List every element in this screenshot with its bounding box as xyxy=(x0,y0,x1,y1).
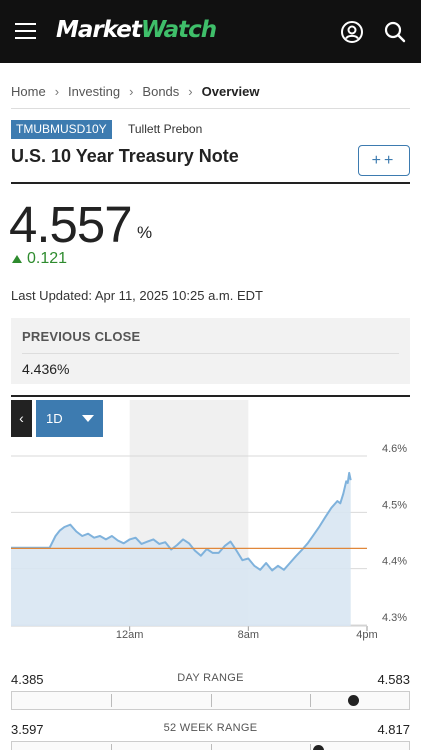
previous-close-divider xyxy=(22,353,399,354)
logo-text-watch: Watch xyxy=(140,17,217,43)
range-tick xyxy=(211,694,212,707)
chevron-right-icon: › xyxy=(129,84,134,99)
range-tick xyxy=(211,744,212,750)
day-range-marker xyxy=(348,695,360,706)
ticker-symbol-badge: TMUBMUSD10Y xyxy=(11,120,112,139)
breadcrumb: Home › Investing › Bonds › Overview xyxy=(11,84,259,99)
x-tick-label: 8am xyxy=(238,629,259,641)
breadcrumb-investing[interactable]: Investing xyxy=(68,84,120,99)
marketwatch-logo[interactable]: MarketWatch xyxy=(56,17,217,43)
price-change-value: 0.121 xyxy=(27,250,68,267)
week52-range-bar xyxy=(11,741,410,750)
title-divider xyxy=(11,182,410,184)
week52-range-header: 3.597 52 WEEK RANGE 4.817 xyxy=(11,722,410,742)
range-tick xyxy=(310,694,311,707)
price-change: 0.121 xyxy=(12,250,67,268)
x-tick-label: 12am xyxy=(116,629,144,641)
range-tick xyxy=(111,744,112,750)
y-tick-label: 4.4% xyxy=(382,556,407,568)
chart-range-dropdown[interactable]: 1D xyxy=(36,400,103,437)
y-tick-label: 4.5% xyxy=(382,499,407,511)
breadcrumb-bonds[interactable]: Bonds xyxy=(142,84,179,99)
caret-down-icon xyxy=(82,415,94,422)
chevron-right-icon: › xyxy=(188,84,193,99)
week52-range-label: 52 WEEK RANGE xyxy=(163,722,258,734)
chevron-right-icon: › xyxy=(54,84,60,99)
breadcrumb-divider xyxy=(11,108,410,109)
previous-close-panel: PREVIOUS CLOSE 4.436% xyxy=(11,318,410,384)
breadcrumb-home[interactable]: Home xyxy=(11,84,46,99)
day-range-label: DAY RANGE xyxy=(177,672,244,684)
logo-text-market: Market xyxy=(56,17,142,43)
week52-range-high: 4.817 xyxy=(377,722,410,737)
hamburger-menu-icon[interactable] xyxy=(14,20,38,42)
y-tick-label: 4.3% xyxy=(382,612,407,624)
day-range-header: 4.385 DAY RANGE 4.583 xyxy=(11,672,410,692)
data-source-label: Tullett Prebon xyxy=(128,122,203,136)
add-to-watchlist-button[interactable]: ++ xyxy=(358,145,410,176)
breadcrumb-current: Overview xyxy=(201,84,260,99)
week52-range-marker xyxy=(312,745,324,750)
chart-back-button[interactable]: ‹ xyxy=(11,400,32,437)
chart-range-label: 1D xyxy=(46,411,63,426)
previous-close-label: PREVIOUS CLOSE xyxy=(22,329,141,344)
instrument-title: U.S. 10 Year Treasury Note xyxy=(11,146,239,166)
user-account-icon[interactable] xyxy=(340,20,364,44)
y-tick-label: 4.6% xyxy=(382,443,407,455)
range-tick xyxy=(111,694,112,707)
day-range-bar xyxy=(11,691,410,710)
day-range-high: 4.583 xyxy=(377,672,410,687)
search-icon[interactable] xyxy=(383,20,407,44)
x-tick-label: 4pm xyxy=(356,629,377,641)
current-price: 4.557 xyxy=(9,196,133,253)
range-tick xyxy=(310,744,311,750)
up-arrow-icon xyxy=(12,255,22,263)
previous-close-value: 4.436% xyxy=(22,361,70,377)
last-updated-timestamp: Last Updated: Apr 11, 2025 10:25 a.m. ED… xyxy=(11,288,263,303)
top-navigation-bar: MarketWatch xyxy=(0,0,421,63)
price-unit: % xyxy=(137,223,153,242)
